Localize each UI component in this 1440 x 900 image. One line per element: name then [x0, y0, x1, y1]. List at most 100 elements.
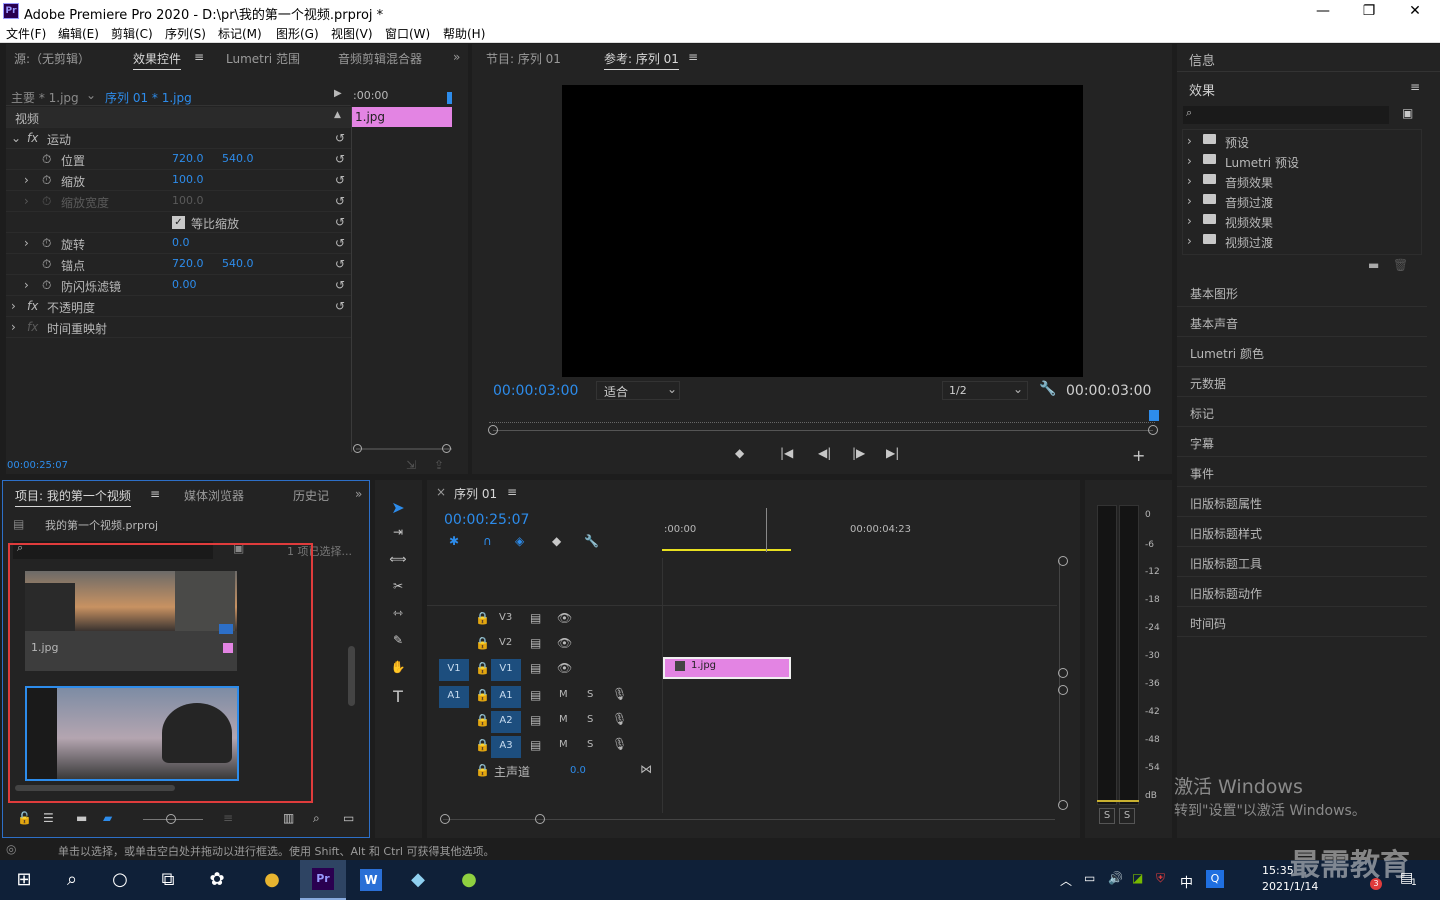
- flicker-row[interactable]: › ⏱ 防闪烁滤镜 0.00 ↺: [6, 275, 351, 296]
- new-folder-icon[interactable]: ▬: [1368, 258, 1379, 272]
- security-icon[interactable]: ⛨: [1156, 871, 1165, 886]
- chevron-right-icon[interactable]: ›: [24, 278, 29, 292]
- tab-history[interactable]: 历史记: [293, 487, 329, 504]
- effect-controls-timecode[interactable]: 00:00:25:07: [7, 460, 68, 471]
- effects-search-input[interactable]: ⌕: [1183, 106, 1389, 124]
- reset-icon[interactable]: ↺: [335, 236, 345, 250]
- lock-icon[interactable]: 🔒: [475, 738, 490, 752]
- position-y-value[interactable]: 540.0: [222, 152, 254, 165]
- reset-icon[interactable]: ↺: [335, 152, 345, 166]
- ripple-edit-tool-icon[interactable]: ⟺: [387, 552, 409, 574]
- lock-icon[interactable]: 🔒: [475, 636, 490, 650]
- essential-sound-item[interactable]: 基本声音: [1177, 307, 1427, 337]
- step-forward-icon[interactable]: |▶: [852, 446, 865, 460]
- source-patch-v1[interactable]: V1: [439, 659, 469, 681]
- vertical-scrollbar[interactable]: [1059, 560, 1060, 805]
- track-target-a2[interactable]: A2: [491, 711, 521, 733]
- wrench-icon[interactable]: 🔧: [584, 534, 599, 548]
- scroll-handle[interactable]: [1058, 668, 1068, 678]
- playhead-timecode[interactable]: 00:00:03:00: [493, 383, 578, 399]
- uniform-scale-row[interactable]: ✓ 等比缩放 ↺: [6, 212, 351, 233]
- list-view-icon[interactable]: ☰: [43, 811, 54, 825]
- find-icon[interactable]: ⌕: [313, 811, 320, 826]
- anchor-row[interactable]: ⏱ 锚点 720.0 540.0 ↺: [6, 254, 351, 275]
- stopwatch-icon[interactable]: ⏱: [42, 173, 51, 188]
- chevron-right-icon[interactable]: ›: [24, 236, 29, 250]
- icon-view-icon[interactable]: ▬: [76, 811, 87, 825]
- panel-menu-icon[interactable]: ≡: [150, 487, 160, 501]
- menu-graphics[interactable]: 图形(G): [276, 25, 319, 42]
- automate-icon[interactable]: ▥: [283, 811, 294, 825]
- effects-item-lumetri-presets[interactable]: › Lumetri 预设: [1183, 152, 1423, 172]
- sync-lock-icon[interactable]: ▤: [530, 688, 541, 702]
- track-v2[interactable]: 🔒 V2 ▤ 👁: [427, 632, 659, 657]
- sync-lock-icon[interactable]: ▤: [530, 738, 541, 752]
- scroll-handle-left[interactable]: [353, 444, 362, 453]
- premiere-taskbar-button[interactable]: Pr: [300, 860, 346, 900]
- chevron-down-icon[interactable]: ⌄: [86, 88, 96, 102]
- chevron-right-icon[interactable]: ›: [1187, 134, 1192, 148]
- scroll-handle[interactable]: [1058, 685, 1068, 695]
- pen-tool-icon[interactable]: ✎: [387, 633, 409, 655]
- essential-graphics-item[interactable]: 基本图形: [1177, 277, 1427, 307]
- reset-icon[interactable]: ↺: [335, 278, 345, 292]
- nest-toggle-icon[interactable]: ✱: [449, 534, 459, 548]
- playhead-marker[interactable]: [1149, 410, 1159, 421]
- lumetri-color-item[interactable]: Lumetri 颜色: [1177, 337, 1427, 367]
- captions-item[interactable]: 字幕: [1177, 427, 1427, 457]
- sync-lock-icon[interactable]: ▤: [530, 661, 541, 675]
- menu-file[interactable]: 文件(F): [6, 25, 46, 42]
- add-marker-icon[interactable]: ◆: [552, 534, 561, 548]
- trash-icon[interactable]: 🗑: [1393, 258, 1408, 272]
- rotation-value[interactable]: 0.0: [172, 236, 190, 249]
- chrome-icon[interactable]: ●: [258, 866, 286, 894]
- menu-view[interactable]: 视图(V): [331, 25, 373, 42]
- chevron-right-icon[interactable]: ›: [11, 299, 16, 313]
- anchor-x-value[interactable]: 720.0: [172, 257, 204, 270]
- effects-item-audio-transitions[interactable]: › 音频过渡: [1183, 192, 1423, 212]
- close-tab-icon[interactable]: ×: [436, 485, 446, 499]
- chevron-right-icon[interactable]: ›: [11, 320, 16, 334]
- playhead-line[interactable]: [766, 508, 767, 552]
- zoom-scrollbar[interactable]: [356, 448, 452, 450]
- zoom-handle-right[interactable]: [1148, 425, 1158, 435]
- track-a1[interactable]: A1 🔒 A1 ▤ M S 🎙: [427, 684, 659, 709]
- timeline-ruler[interactable]: :00:00 00:00:04:23: [662, 508, 1057, 552]
- tab-sequence[interactable]: 序列 01: [454, 485, 497, 502]
- zoom-slider-handle[interactable]: [166, 814, 176, 824]
- stopwatch-icon[interactable]: ⏱: [42, 257, 51, 272]
- mute-button[interactable]: M: [559, 689, 568, 700]
- opacity-row[interactable]: › fx 不透明度 ↺: [6, 296, 351, 317]
- work-area-bar[interactable]: [662, 549, 791, 551]
- chevron-up-icon[interactable]: ︿: [1060, 872, 1072, 889]
- tab-media-browser[interactable]: 媒体浏览器: [184, 487, 244, 504]
- solo-button[interactable]: S: [587, 714, 593, 725]
- chevron-right-icon[interactable]: ›: [1187, 234, 1192, 248]
- more-tabs-icon[interactable]: »: [355, 487, 362, 501]
- reset-icon[interactable]: ↺: [335, 194, 345, 208]
- more-tabs-icon[interactable]: »: [453, 50, 460, 64]
- menu-window[interactable]: 窗口(W): [385, 25, 430, 42]
- reset-icon[interactable]: ↺: [335, 131, 345, 145]
- add-marker-icon[interactable]: ◆: [735, 446, 744, 460]
- timeline-timecode[interactable]: 00:00:25:07: [444, 512, 529, 528]
- scroll-handle[interactable]: [1058, 800, 1068, 810]
- effects-panel-tab[interactable]: 效果: [1189, 80, 1215, 99]
- track-v1[interactable]: V1 🔒 V1 ▤ 👁: [427, 657, 659, 682]
- source-patch-a1[interactable]: A1: [439, 686, 469, 708]
- legacy-title-properties-item[interactable]: 旧版标题属性: [1177, 487, 1427, 517]
- fx-icon[interactable]: fx: [27, 131, 38, 145]
- track-target-a1[interactable]: A1: [491, 686, 521, 708]
- chevron-right-icon[interactable]: ›: [24, 173, 29, 187]
- motion-row[interactable]: ⌄ fx 运动 ↺: [6, 128, 351, 149]
- position-x-value[interactable]: 720.0: [172, 152, 204, 165]
- eye-icon[interactable]: 👁: [557, 611, 572, 625]
- stopwatch-icon[interactable]: ⏱: [42, 278, 51, 293]
- events-item[interactable]: 事件: [1177, 457, 1427, 487]
- panel-menu-icon[interactable]: ≡: [507, 485, 517, 499]
- share-icon[interactable]: ⇪: [434, 458, 444, 472]
- new-bin-icon[interactable]: ▣: [1402, 106, 1413, 120]
- menu-sequence[interactable]: 序列(S): [165, 25, 206, 42]
- reset-icon[interactable]: ↺: [335, 173, 345, 187]
- scale-row[interactable]: › ⏱ 缩放 100.0 ↺: [6, 170, 351, 191]
